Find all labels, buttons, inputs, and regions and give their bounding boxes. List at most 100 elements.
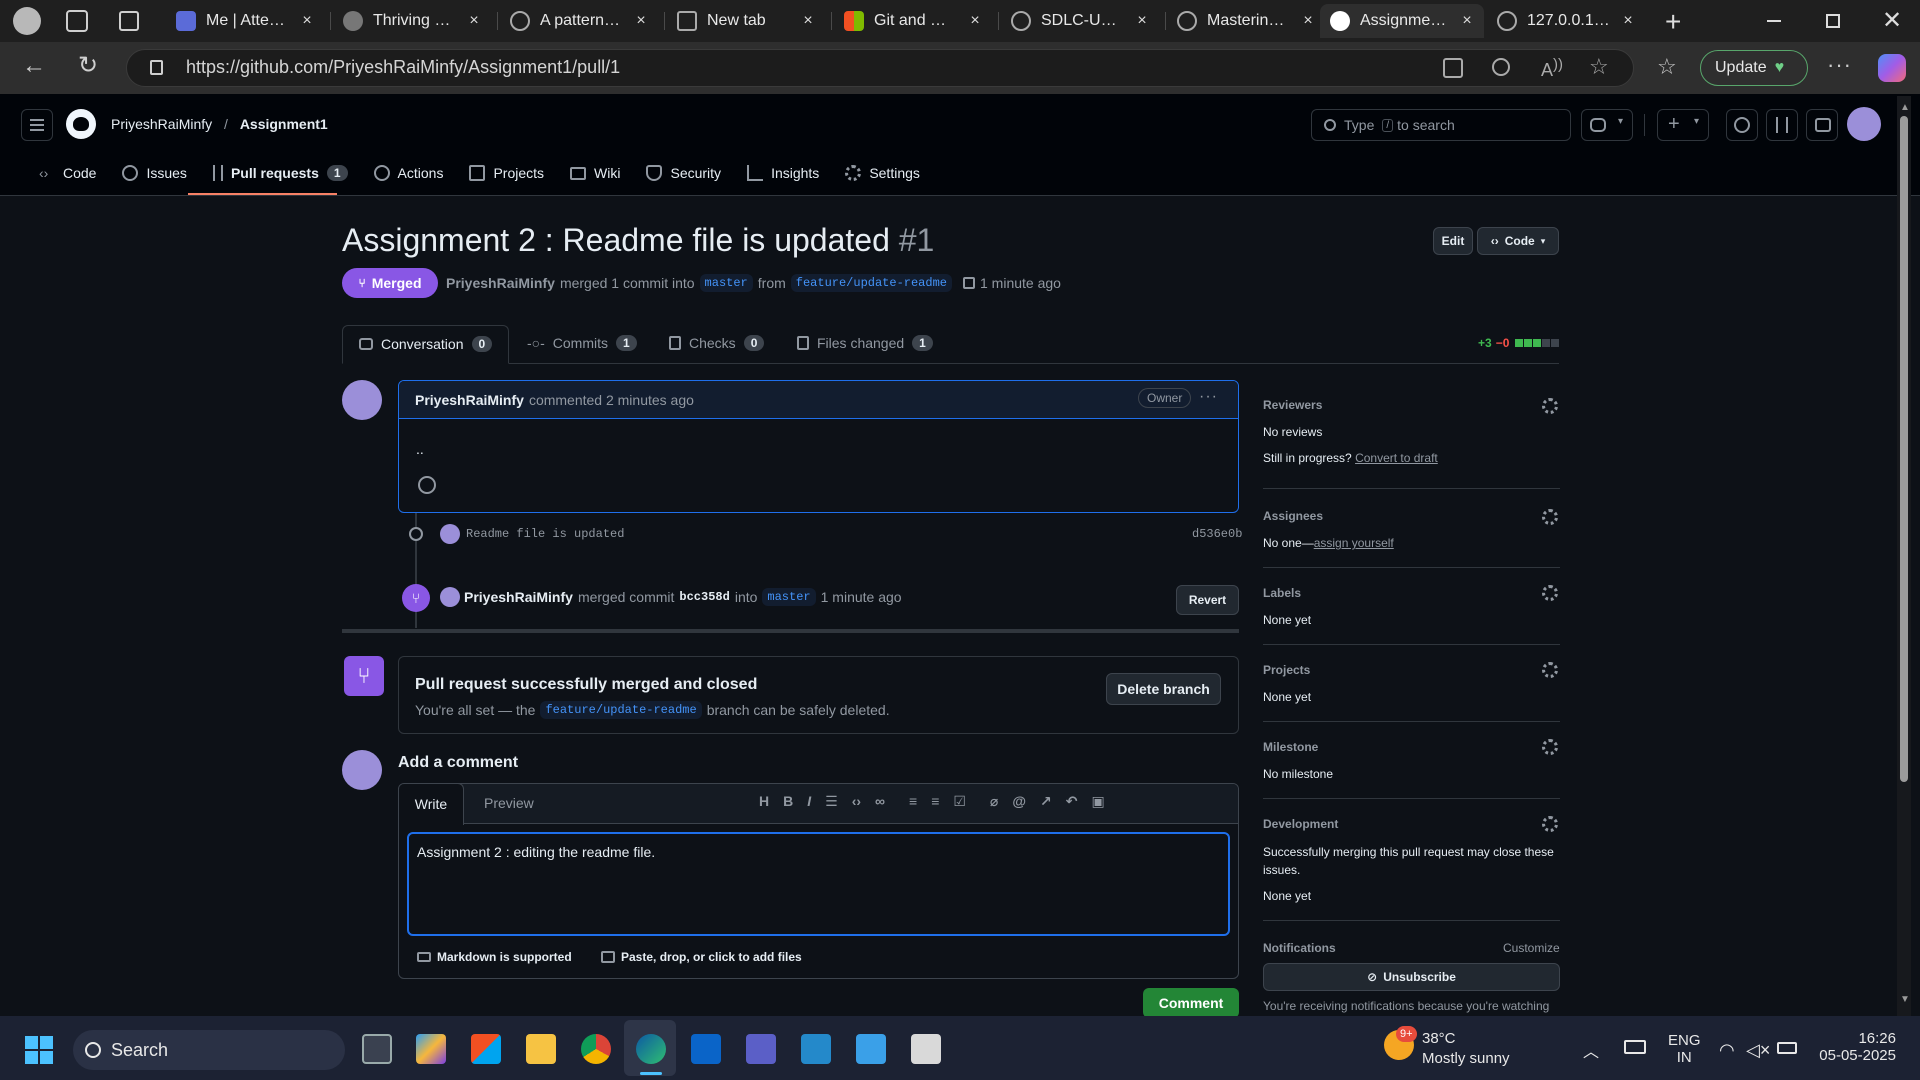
markdown-note[interactable]: Markdown is supported (417, 950, 572, 964)
close-icon[interactable]: × (300, 13, 314, 29)
repo-tab-insights[interactable]: Insights (734, 162, 832, 184)
network-offline-icon[interactable] (1624, 1040, 1646, 1054)
comment-textarea[interactable]: Assignment 2 : editing the readme file. (407, 832, 1230, 936)
close-icon[interactable]: × (801, 13, 815, 29)
copilot-icon[interactable] (1878, 54, 1906, 82)
revert-button[interactable]: Revert (1176, 585, 1239, 615)
italic-icon[interactable]: I (807, 793, 811, 810)
new-tab-button[interactable]: + (1665, 6, 1681, 38)
app-icon[interactable] (856, 1034, 886, 1064)
merge-commit-sha[interactable]: bcc358d (679, 590, 729, 604)
profile-icon[interactable] (13, 7, 41, 35)
pull-requests-button[interactable] (1766, 109, 1798, 141)
issues-button[interactable] (1726, 109, 1758, 141)
read-aloud-icon[interactable]: A)) (1541, 56, 1563, 81)
copy-icon[interactable] (963, 277, 975, 289)
assignees-heading[interactable]: Assignees (1263, 509, 1323, 523)
weather-temp[interactable]: 38°C (1422, 1030, 1456, 1047)
pr-author-link[interactable]: PriyeshRaiMinfy (446, 275, 555, 291)
workspaces-icon[interactable] (66, 10, 88, 32)
bold-icon[interactable]: B (783, 793, 793, 810)
file-explorer-icon[interactable] (526, 1034, 556, 1064)
tab-mastering-jira[interactable]: Mastering-Jin× (1167, 4, 1325, 38)
comment-options-icon[interactable]: ··· (1199, 388, 1218, 406)
menu-button[interactable] (21, 109, 53, 141)
repo-tab-projects[interactable]: Projects (456, 162, 557, 184)
outlook-icon[interactable] (691, 1034, 721, 1064)
tab-conversation[interactable]: Conversation 0 (342, 325, 509, 364)
close-icon[interactable]: × (968, 13, 982, 29)
url-text[interactable]: https://github.com/PriyeshRaiMinfy/Assig… (186, 57, 620, 78)
attach-icon[interactable]: ⌀ (990, 793, 998, 810)
github-logo-icon[interactable] (66, 109, 96, 139)
milestone-gear-icon[interactable] (1542, 739, 1558, 755)
heading-icon[interactable]: H (759, 793, 769, 810)
scrollbar-thumb[interactable] (1900, 116, 1908, 782)
back-icon[interactable]: ← (22, 54, 46, 78)
volume-muted-icon[interactable]: ◁× (1746, 1040, 1770, 1061)
weather-desc[interactable]: Mostly sunny (1422, 1050, 1510, 1067)
assignees-gear-icon[interactable] (1542, 509, 1558, 525)
repo-tab-issues[interactable]: Issues (109, 162, 199, 184)
tab-attendance[interactable]: Me | Attenda × (166, 4, 324, 38)
mention-icon[interactable]: @ (1012, 793, 1026, 810)
repo-tab-security[interactable]: Security (633, 162, 734, 184)
reply-icon[interactable]: ↶ (1066, 793, 1078, 810)
tab-checks[interactable]: Checks 0 (669, 335, 765, 351)
tab-commits[interactable]: -○- Commits 1 (527, 335, 637, 351)
tab-localhost[interactable]: 127.0.0.1:499× (1487, 4, 1645, 38)
teams-icon[interactable] (746, 1034, 776, 1064)
attach-files-note[interactable]: Paste, drop, or click to add files (601, 950, 802, 964)
chrome-icon[interactable] (581, 1034, 611, 1064)
vertical-tabs-icon[interactable] (119, 11, 139, 31)
code-icon[interactable]: ‹› (852, 793, 861, 810)
lock-icon[interactable] (150, 60, 163, 75)
tab-assignment-active[interactable]: Assignment 2 × (1320, 4, 1484, 38)
user-avatar[interactable] (1847, 107, 1881, 141)
page-scrollbar[interactable]: ▲ ▼ (1897, 96, 1911, 1016)
milestone-heading[interactable]: Milestone (1263, 740, 1318, 754)
code-dropdown-button[interactable]: ‹› Code ▾ (1477, 227, 1559, 255)
zoom-icon[interactable] (1492, 58, 1510, 76)
favorites-icon[interactable]: ☆ (1657, 54, 1677, 80)
favorite-star-icon[interactable]: ☆ (1589, 54, 1609, 80)
pr-base-branch[interactable]: master (699, 274, 753, 292)
taskbar-search[interactable]: Search (73, 1030, 345, 1070)
numbered-list-icon[interactable]: ≡ (909, 793, 917, 810)
repo-tab-actions[interactable]: Actions (361, 162, 457, 184)
close-icon[interactable]: × (1460, 13, 1474, 29)
add-reaction-icon[interactable] (418, 476, 436, 494)
repo-tab-pull-requests[interactable]: Pull requests 1 (200, 162, 361, 184)
comment-author-avatar[interactable] (342, 380, 382, 420)
tab-thriving[interactable]: Thriving Sprir× (333, 4, 491, 38)
development-heading[interactable]: Development (1263, 817, 1338, 831)
link-icon[interactable]: ∞ (875, 793, 885, 810)
inbox-button[interactable] (1806, 109, 1838, 141)
reviewers-heading[interactable]: Reviewers (1263, 398, 1322, 412)
minimize-icon[interactable] (1767, 20, 1781, 22)
repo-tab-settings[interactable]: Settings (832, 162, 933, 184)
merge-author[interactable]: PriyeshRaiMinfy (464, 589, 573, 605)
close-icon[interactable]: × (1301, 13, 1315, 29)
create-new-button[interactable]: + ▾ (1657, 109, 1709, 141)
projects-heading[interactable]: Projects (1263, 663, 1310, 677)
edge-icon[interactable] (636, 1034, 666, 1064)
diffstat[interactable]: +3 −0 (1478, 336, 1560, 350)
customize-link[interactable]: Customize (1503, 941, 1560, 955)
copilot-button[interactable]: ▾ (1581, 109, 1633, 141)
tab-git-github[interactable]: Git and GitHu× (834, 4, 992, 38)
tab-new-tab[interactable]: New tab × (667, 4, 825, 38)
search-input[interactable]: Type / to search (1311, 109, 1571, 141)
microsoft-store-icon[interactable] (471, 1034, 501, 1064)
snipping-tool-icon[interactable] (911, 1034, 941, 1064)
commit-message[interactable]: Readme file is updated (466, 527, 624, 541)
breadcrumb-owner[interactable]: PriyeshRaiMinfy (111, 116, 212, 132)
edit-title-button[interactable]: Edit (1433, 227, 1473, 255)
app-available-icon[interactable] (1443, 58, 1463, 78)
labels-heading[interactable]: Labels (1263, 586, 1301, 600)
update-button[interactable]: Update ♥ (1700, 50, 1808, 86)
commit-sha[interactable]: d536e0b (1192, 527, 1242, 541)
quote-icon[interactable]: ☰ (825, 793, 838, 810)
battery-icon[interactable] (1777, 1042, 1797, 1054)
wifi-icon[interactable]: ◠ (1719, 1040, 1735, 1061)
